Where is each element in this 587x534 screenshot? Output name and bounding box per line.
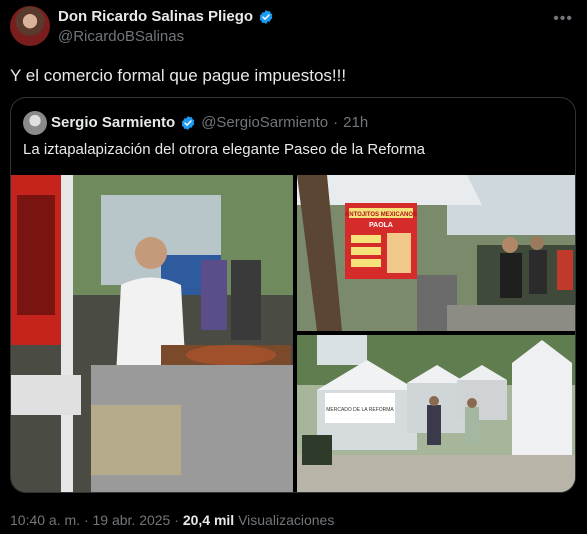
author-block: Don Ricardo Salinas Pliego @RicardoBSali… <box>58 8 274 45</box>
views-label: Visualizaciones <box>238 512 335 528</box>
sign-line-2: PAOLA <box>369 222 393 229</box>
footer-separator: · <box>174 512 179 528</box>
tweet-time[interactable]: 10:40 a. m. <box>10 512 80 528</box>
views-count: 20,4 mil <box>182 512 235 528</box>
quoted-text: La iztapalapización del otrora elegante … <box>23 141 425 158</box>
banner-text: MERCADO DE LA REFORMA <box>326 407 394 413</box>
sign-line-1: ANTOJITOS MEXICANOS <box>345 212 417 218</box>
quoted-separator: · <box>333 114 339 131</box>
quoted-timestamp[interactable]: 21h <box>343 114 368 131</box>
verified-badge-icon <box>259 9 273 24</box>
author-name[interactable]: Don Ricardo Salinas Pliego <box>58 8 253 25</box>
verified-badge-icon <box>181 115 195 130</box>
footer-separator: · <box>83 512 89 528</box>
photo-street-food-stall[interactable] <box>11 175 293 492</box>
photo-street-food-stall-image <box>11 175 293 492</box>
photo-antojitos-stall-image: ANTOJITOS MEXICANOS PAOLA <box>297 175 575 331</box>
photo-tents-avenue[interactable]: MERCADO DE LA REFORMA <box>297 335 575 492</box>
quoted-name[interactable]: Sergio Sarmiento <box>51 114 175 131</box>
more-options-icon[interactable]: ••• <box>553 10 573 28</box>
author-avatar[interactable] <box>10 6 50 46</box>
tweet-date[interactable]: 19 abr. 2025 <box>93 512 171 528</box>
quoted-tweet[interactable]: Sergio Sarmiento @SergioSarmiento · 21h … <box>10 97 576 493</box>
media-grid: ANTOJITOS MEXICANOS PAOLA MERCADO DE LA … <box>11 175 575 492</box>
quoted-handle[interactable]: @SergioSarmiento <box>201 114 328 131</box>
photo-tents-avenue-image: MERCADO DE LA REFORMA <box>297 335 575 492</box>
quoted-avatar[interactable] <box>23 111 47 135</box>
tweet-footer: 10:40 a. m. · 19 abr. 2025 · 20,4 mil Vi… <box>10 512 334 528</box>
tweet-text: Y el comercio formal que pague impuestos… <box>10 66 347 85</box>
author-handle[interactable]: @RicardoBSalinas <box>58 28 274 45</box>
quoted-header: Sergio Sarmiento @SergioSarmiento · 21h <box>51 114 368 131</box>
photo-antojitos-stall[interactable]: ANTOJITOS MEXICANOS PAOLA <box>297 175 575 331</box>
